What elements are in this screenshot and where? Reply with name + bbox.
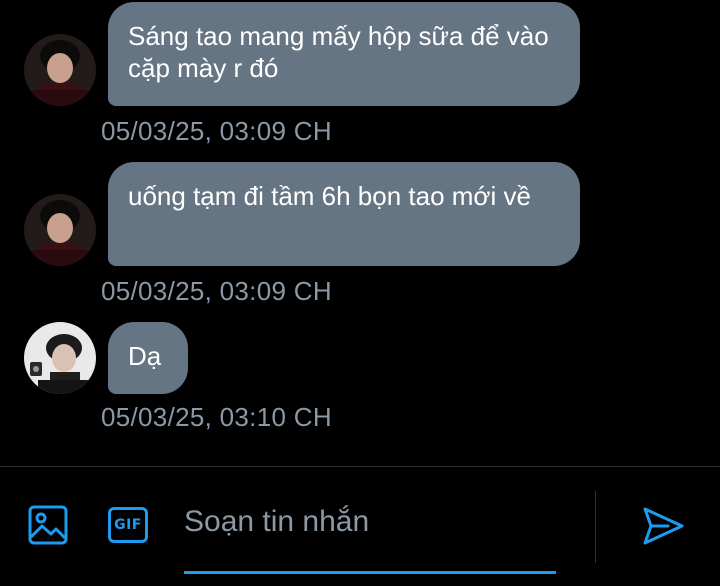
attach-image-button[interactable]: [26, 503, 70, 547]
avatar-dark-hair-icon: [24, 194, 96, 266]
message-bubble[interactable]: Sáng tao mang mấy hộp sữa để vào cặp mày…: [108, 2, 580, 106]
send-button[interactable]: [638, 501, 688, 551]
input-underline: [184, 571, 556, 574]
gif-icon: GIF: [108, 507, 148, 543]
message-list: Sáng tao mang mấy hộp sữa để vào cặp mày…: [0, 0, 720, 466]
message-composer: GIF: [0, 466, 720, 586]
message-input[interactable]: [184, 497, 556, 547]
message-bubble[interactable]: Dạ: [108, 322, 188, 394]
avatar-dark-hair-icon: [24, 34, 96, 106]
message-item: uống tạm đi tầm 6h bọn tao mới về 05/03/…: [0, 160, 720, 310]
send-icon: [643, 507, 684, 545]
message-timestamp: 05/03/25, 03:09 CH: [101, 276, 332, 306]
message-timestamp: 05/03/25, 03:09 CH: [101, 116, 332, 146]
message-item: Dạ 05/03/25, 03:10 CH: [0, 320, 720, 440]
sender-avatar[interactable]: [24, 34, 96, 106]
message-item: Sáng tao mang mấy hộp sữa để vào cặp mày…: [0, 0, 720, 150]
image-icon: [28, 505, 68, 545]
message-timestamp: 05/03/25, 03:10 CH: [101, 402, 332, 432]
avatar-light-bg-icon: [24, 322, 96, 394]
message-bubble[interactable]: uống tạm đi tầm 6h bọn tao mới về: [108, 162, 580, 266]
composer-divider: [595, 491, 596, 563]
attach-gif-button[interactable]: GIF: [106, 505, 150, 545]
sender-avatar[interactable]: [24, 322, 96, 394]
sender-avatar[interactable]: [24, 194, 96, 266]
message-input-wrapper: [184, 497, 556, 575]
